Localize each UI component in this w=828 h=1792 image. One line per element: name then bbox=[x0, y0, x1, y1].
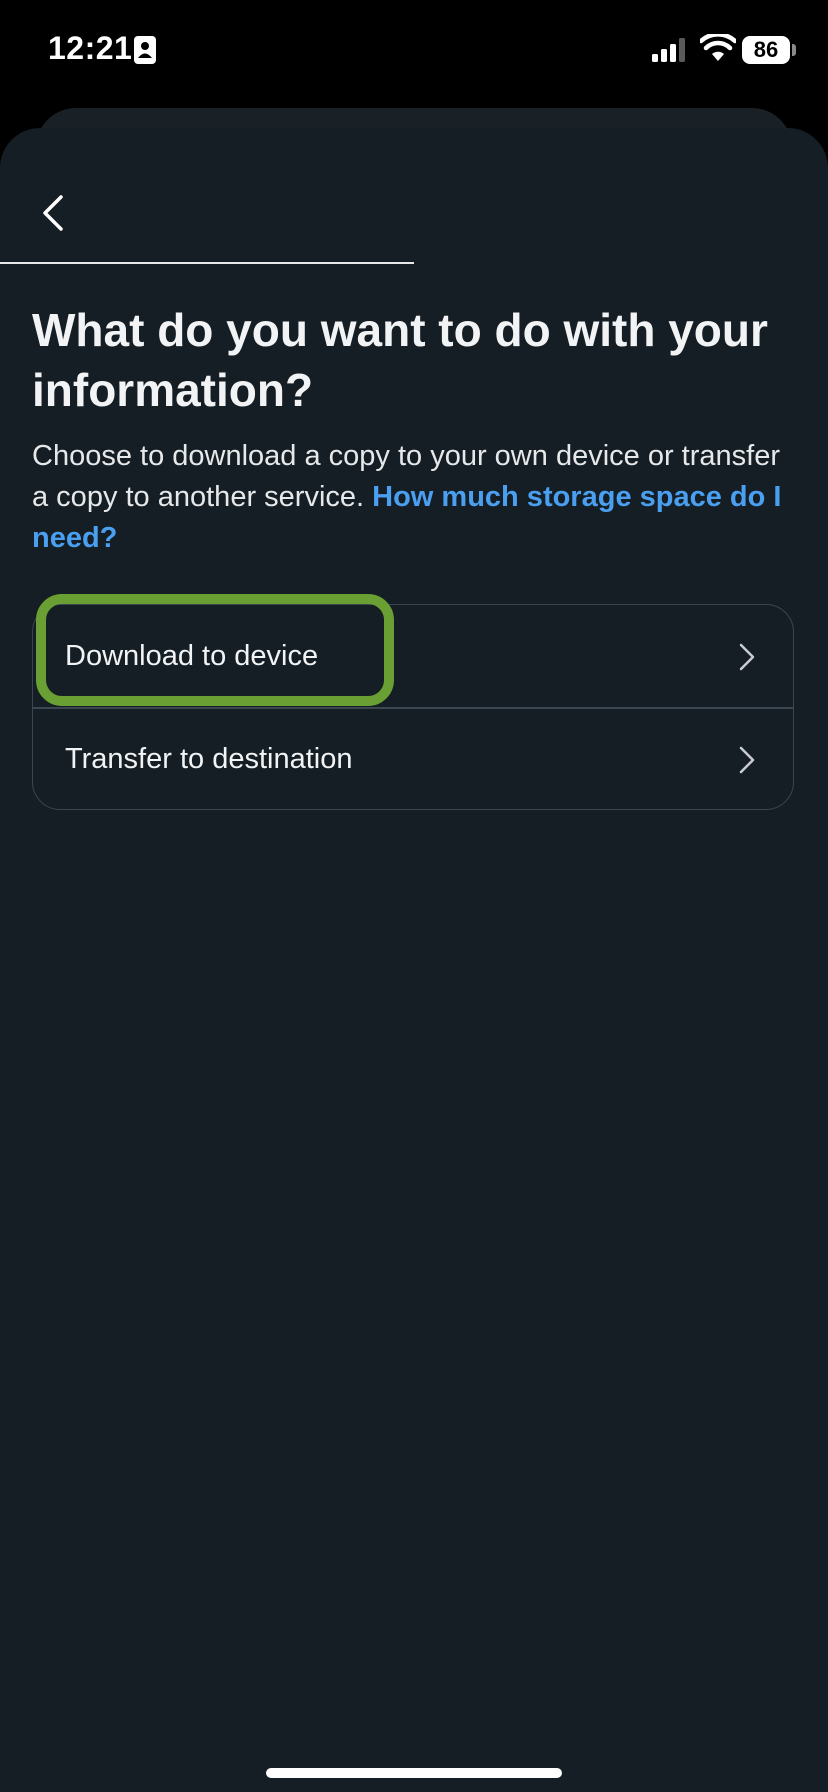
back-button[interactable] bbox=[30, 186, 74, 240]
progress-bar bbox=[0, 262, 828, 264]
page-title: What do you want to do with your informa… bbox=[32, 304, 768, 416]
download-to-device-option[interactable]: Download to device bbox=[33, 605, 793, 708]
wifi-icon bbox=[700, 34, 736, 61]
option-label: Download to device bbox=[65, 640, 319, 672]
transfer-to-destination-option[interactable]: Transfer to destination bbox=[33, 708, 793, 811]
description: Choose to download a copy to your own de… bbox=[32, 436, 802, 559]
chevron-left-icon bbox=[43, 195, 63, 231]
battery-indicator: 86 bbox=[742, 36, 790, 64]
contact-card-icon bbox=[134, 36, 156, 64]
chevron-right-icon bbox=[739, 746, 755, 773]
status-bar: 12:21 86 bbox=[0, 0, 828, 100]
modal-sheet: What do you want to do with your informa… bbox=[0, 128, 828, 1792]
progress-fill bbox=[0, 262, 414, 264]
option-label: Transfer to destination bbox=[65, 743, 353, 775]
home-indicator bbox=[266, 1768, 562, 1778]
battery-tip bbox=[792, 44, 796, 56]
options-card: Download to device Transfer to destinati… bbox=[32, 604, 794, 810]
signal-icon bbox=[652, 38, 685, 62]
chevron-right-icon bbox=[739, 643, 755, 670]
status-time: 12:21 bbox=[48, 30, 133, 66]
